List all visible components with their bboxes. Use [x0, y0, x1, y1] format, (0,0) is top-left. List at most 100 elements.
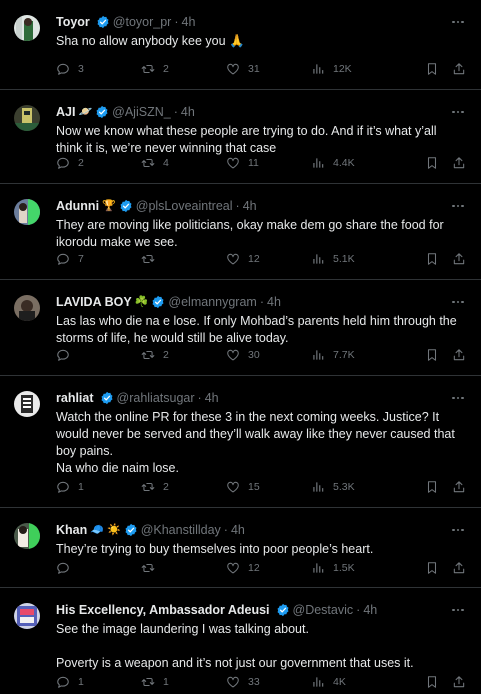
reply-button[interactable]: 1 — [56, 674, 84, 690]
reply-icon — [57, 676, 69, 688]
share-button[interactable] — [452, 347, 466, 363]
more-dots-icon[interactable] — [449, 14, 467, 30]
bookmark-button[interactable] — [425, 560, 439, 576]
retweet-button[interactable] — [141, 560, 163, 576]
retweet-icon — [141, 563, 155, 573]
avatar[interactable] — [14, 105, 40, 131]
like-icon — [227, 676, 239, 688]
user-handle[interactable]: @Destavic — [293, 603, 354, 617]
views-icon — [313, 563, 324, 573]
tweet-time[interactable]: 4h — [205, 391, 219, 405]
retweet-button[interactable]: 4 — [141, 155, 169, 171]
views-button[interactable]: 1.5K — [311, 560, 355, 576]
more-dots-icon[interactable] — [449, 602, 467, 618]
display-name[interactable]: Toyor — [56, 15, 90, 29]
separator-dot: · — [174, 15, 179, 29]
tweet-time[interactable]: 4h — [243, 199, 257, 213]
tweet[interactable]: Khan 🧢 ☀️ @Khanstillday · 4h They’re try… — [0, 508, 481, 588]
tweet-time[interactable]: 4h — [231, 523, 245, 537]
user-handle[interactable]: @AjiSZN_ — [112, 105, 171, 119]
share-button[interactable] — [452, 251, 466, 267]
views-button[interactable]: 5.1K — [311, 251, 355, 267]
user-handle[interactable]: @rahliatsugar — [117, 391, 195, 405]
like-icon — [227, 481, 239, 493]
display-name[interactable]: rahliat — [56, 391, 94, 405]
tweet[interactable]: AJI 🪐 @AjiSZN_ · 4h Now we know what the… — [0, 90, 481, 184]
views-count: 12K — [333, 63, 352, 75]
retweet-button[interactable]: 1 — [141, 674, 169, 690]
reply-button[interactable]: 2 — [56, 155, 84, 171]
retweet-button[interactable]: 2 — [141, 61, 169, 77]
reply-button[interactable]: 1 — [56, 479, 84, 495]
like-count: 12 — [248, 562, 260, 574]
avatar[interactable] — [14, 15, 40, 41]
like-button[interactable]: 12 — [226, 251, 260, 267]
retweet-button[interactable]: 2 — [141, 347, 169, 363]
share-button[interactable] — [452, 155, 466, 171]
display-name[interactable]: Adunni — [56, 199, 99, 213]
retweet-count: 2 — [163, 63, 169, 75]
like-button[interactable]: 33 — [226, 674, 260, 690]
like-count: 12 — [248, 253, 260, 265]
tweet-time[interactable]: 4h — [181, 105, 195, 119]
views-count: 5.1K — [333, 253, 355, 265]
reply-button[interactable]: 3 — [56, 61, 84, 77]
more-dots-icon[interactable] — [449, 390, 467, 406]
share-button[interactable] — [452, 560, 466, 576]
like-button[interactable]: 15 — [226, 479, 260, 495]
tweet-time[interactable]: 4h — [182, 15, 196, 29]
separator-dot: · — [223, 523, 228, 537]
bookmark-button[interactable] — [425, 674, 439, 690]
avatar[interactable] — [14, 523, 40, 549]
display-name[interactable]: LAVIDA BOY — [56, 295, 132, 309]
like-count: 30 — [248, 349, 260, 361]
share-icon — [453, 562, 465, 574]
tweet[interactable]: Adunni 🏆 @plsLoveaintreal · 4h They are … — [0, 184, 481, 280]
user-handle[interactable]: @plsLoveaintreal — [136, 199, 233, 213]
share-button[interactable] — [452, 61, 466, 77]
like-button[interactable]: 11 — [226, 155, 259, 171]
tweet-time[interactable]: 4h — [363, 603, 377, 617]
more-dots-icon[interactable] — [449, 294, 467, 310]
bookmark-button[interactable] — [425, 347, 439, 363]
reply-icon — [57, 253, 69, 265]
bookmark-button[interactable] — [425, 61, 439, 77]
user-handle[interactable]: @toyor_pr — [113, 15, 172, 29]
tweet-time[interactable]: 4h — [267, 295, 281, 309]
views-button[interactable]: 4.4K — [311, 155, 355, 171]
user-handle[interactable]: @Khanstillday — [141, 523, 221, 537]
reply-button[interactable] — [56, 560, 78, 576]
avatar[interactable] — [14, 199, 40, 225]
views-button[interactable]: 7.7K — [311, 347, 355, 363]
tweet[interactable]: His Excellency, Ambassador Adeusi @Desta… — [0, 588, 481, 694]
more-dots-icon[interactable] — [449, 198, 467, 214]
views-button[interactable]: 4K — [311, 674, 346, 690]
views-button[interactable]: 5.3K — [311, 479, 355, 495]
reply-button[interactable] — [56, 347, 78, 363]
retweet-button[interactable] — [141, 251, 163, 267]
bookmark-button[interactable] — [425, 251, 439, 267]
tweet[interactable]: LAVIDA BOY ☘️ @elmannygram · 4h Las las … — [0, 280, 481, 376]
share-button[interactable] — [452, 479, 466, 495]
bookmark-button[interactable] — [425, 155, 439, 171]
avatar[interactable] — [14, 391, 40, 417]
tweet[interactable]: Toyor @toyor_pr · 4h Sha no allow anybod… — [0, 0, 481, 90]
user-handle[interactable]: @elmannygram — [168, 295, 256, 309]
more-dots-icon[interactable] — [449, 104, 467, 120]
like-count: 31 — [248, 63, 260, 75]
tweet[interactable]: rahliat @rahliatsugar · 4h Watch the onl… — [0, 376, 481, 508]
like-button[interactable]: 12 — [226, 560, 260, 576]
like-button[interactable]: 30 — [226, 347, 260, 363]
views-button[interactable]: 12K — [311, 61, 352, 77]
more-dots-icon[interactable] — [449, 522, 467, 538]
retweet-button[interactable]: 2 — [141, 479, 169, 495]
reply-button[interactable]: 7 — [56, 251, 84, 267]
display-name[interactable]: AJI — [56, 105, 75, 119]
like-button[interactable]: 31 — [226, 61, 260, 77]
avatar[interactable] — [14, 295, 40, 321]
share-button[interactable] — [452, 674, 466, 690]
display-name[interactable]: Khan — [56, 523, 87, 537]
display-name[interactable]: His Excellency, Ambassador Adeusi — [56, 603, 270, 617]
bookmark-button[interactable] — [425, 479, 439, 495]
avatar[interactable] — [14, 603, 40, 629]
